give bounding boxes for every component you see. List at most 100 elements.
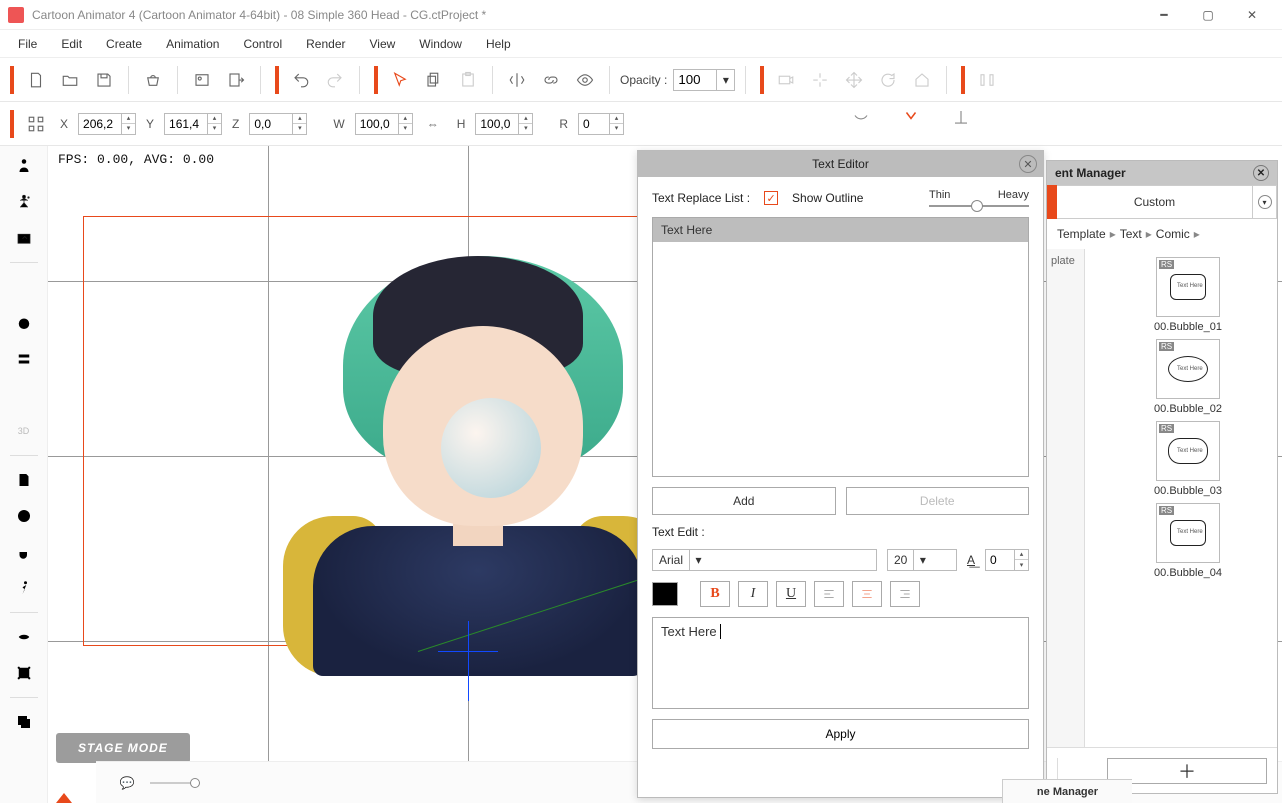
- replace-list[interactable]: Text Here: [652, 217, 1029, 477]
- menu-bar: File Edit Create Animation Control Rende…: [0, 30, 1282, 58]
- coord-x-input[interactable]: ▴▾: [78, 113, 136, 135]
- menu-create[interactable]: Create: [96, 33, 152, 55]
- menu-edit[interactable]: Edit: [51, 33, 92, 55]
- bone-icon[interactable]: [8, 379, 40, 411]
- content-manager-titlebar[interactable]: ent Manager ✕: [1047, 161, 1277, 185]
- distribute-button[interactable]: [973, 66, 1001, 94]
- stage-mode-badge[interactable]: STAGE MODE: [56, 733, 190, 763]
- content-item[interactable]: RSText Here 00.Bubble_04: [1107, 503, 1269, 579]
- content-item[interactable]: RSText Here 00.Bubble_03: [1107, 421, 1269, 497]
- rotate-button[interactable]: [874, 66, 902, 94]
- face-icon[interactable]: [8, 500, 40, 532]
- menu-file[interactable]: File: [8, 33, 47, 55]
- move-button[interactable]: [840, 66, 868, 94]
- text-color-swatch[interactable]: [652, 582, 678, 606]
- sprite-editor-icon[interactable]: [8, 222, 40, 254]
- font-size-select[interactable]: 20▾: [887, 549, 957, 571]
- coord-r-label: R: [555, 117, 572, 131]
- zoom-slider[interactable]: [150, 782, 200, 784]
- coord-y-input[interactable]: ▴▾: [164, 113, 222, 135]
- italic-button[interactable]: I: [738, 581, 768, 607]
- add-button[interactable]: Add: [652, 487, 836, 515]
- content-breadcrumb[interactable]: Template▸ Text▸ Comic▸: [1047, 219, 1277, 249]
- coord-z-input[interactable]: ▴▾: [249, 113, 307, 135]
- underline-button[interactable]: U: [776, 581, 806, 607]
- paste-button[interactable]: [454, 66, 482, 94]
- content-grid[interactable]: RSText Here 00.Bubble_01 RSText Here 00.…: [1085, 249, 1277, 747]
- content-item[interactable]: RSText Here 00.Bubble_01: [1107, 257, 1269, 333]
- audio-icon[interactable]: [8, 271, 40, 303]
- align-left-button[interactable]: [814, 581, 844, 607]
- hand-icon[interactable]: [8, 536, 40, 568]
- prop-icon[interactable]: [8, 464, 40, 496]
- lip-icon[interactable]: [8, 621, 40, 653]
- grid-button[interactable]: [22, 110, 50, 138]
- save-button[interactable]: [90, 66, 118, 94]
- select-tool[interactable]: [386, 66, 414, 94]
- text-content-input[interactable]: Text Here: [652, 617, 1029, 709]
- apply-button[interactable]: Apply: [652, 719, 1029, 749]
- opacity-input[interactable]: ▾: [673, 69, 735, 91]
- menu-window[interactable]: Window: [409, 33, 472, 55]
- render-image-button[interactable]: [188, 66, 216, 94]
- align-center-button[interactable]: [852, 581, 882, 607]
- runner-icon[interactable]: [8, 572, 40, 604]
- text-editor-close-button[interactable]: ✕: [1019, 155, 1037, 173]
- outline-weight-slider[interactable]: ThinHeavy: [929, 189, 1029, 207]
- coord-h-input[interactable]: ▴▾: [475, 113, 533, 135]
- maximize-button[interactable]: ▢: [1186, 1, 1230, 29]
- align-right-button[interactable]: [890, 581, 920, 607]
- 3d-icon[interactable]: 3D: [8, 415, 40, 447]
- visibility-button[interactable]: [571, 66, 599, 94]
- minimize-button[interactable]: ━: [1142, 1, 1186, 29]
- content-manager-close-button[interactable]: ✕: [1253, 165, 1269, 181]
- head-360-icon[interactable]: [850, 106, 872, 128]
- coord-w-input[interactable]: ▴▾: [355, 113, 413, 135]
- copy-button[interactable]: [420, 66, 448, 94]
- lock-aspect-icon[interactable]: ⇔: [419, 110, 447, 138]
- undo-button[interactable]: [287, 66, 315, 94]
- coord-r-input[interactable]: ▴▾: [578, 113, 624, 135]
- redo-button[interactable]: [321, 66, 349, 94]
- timer-icon[interactable]: [8, 307, 40, 339]
- zoom-button[interactable]: [806, 66, 834, 94]
- content-tree[interactable]: plate: [1047, 249, 1085, 747]
- opacity-dropdown-icon[interactable]: ▾: [716, 70, 734, 90]
- export-button[interactable]: [222, 66, 250, 94]
- open-button[interactable]: [56, 66, 84, 94]
- content-tab-custom[interactable]: Custom: [1057, 185, 1253, 219]
- kerning-input[interactable]: ▴▾: [985, 549, 1029, 571]
- menu-view[interactable]: View: [359, 33, 405, 55]
- replace-list-item[interactable]: Text Here: [653, 218, 1028, 242]
- flip-horizontal-button[interactable]: [503, 66, 531, 94]
- delete-button[interactable]: Delete: [846, 487, 1030, 515]
- home-button[interactable]: [908, 66, 936, 94]
- menu-control[interactable]: Control: [233, 33, 292, 55]
- menu-animation[interactable]: Animation: [156, 33, 229, 55]
- head-front-icon[interactable]: [900, 106, 922, 128]
- layers-icon[interactable]: [8, 343, 40, 375]
- link-button[interactable]: [537, 66, 565, 94]
- loop-icon[interactable]: 💬: [116, 772, 138, 794]
- marketplace-button[interactable]: [139, 66, 167, 94]
- font-family-select[interactable]: Arial▾: [652, 549, 877, 571]
- opacity-value[interactable]: [674, 72, 716, 87]
- content-tab-more[interactable]: ▾: [1253, 185, 1277, 219]
- pose-tool-icon[interactable]: [8, 186, 40, 218]
- menu-help[interactable]: Help: [476, 33, 521, 55]
- camera-button[interactable]: [772, 66, 800, 94]
- show-outline-checkbox[interactable]: ✓: [764, 191, 778, 205]
- layer-manager-icon[interactable]: [8, 706, 40, 738]
- head-orientation-controls: [850, 106, 972, 128]
- ffd-icon[interactable]: [8, 657, 40, 689]
- text-editor-titlebar[interactable]: Text Editor ✕: [638, 151, 1043, 177]
- actor-icon[interactable]: [8, 150, 40, 182]
- head-angle-icon[interactable]: [950, 106, 972, 128]
- close-button[interactable]: ✕: [1230, 1, 1274, 29]
- scene-manager-tab[interactable]: ne Manager: [1002, 779, 1132, 803]
- bold-button[interactable]: B: [700, 581, 730, 607]
- new-button[interactable]: [22, 66, 50, 94]
- content-item[interactable]: RSText Here 00.Bubble_02: [1107, 339, 1269, 415]
- title-bar: Cartoon Animator 4 (Cartoon Animator 4-6…: [0, 0, 1282, 30]
- menu-render[interactable]: Render: [296, 33, 355, 55]
